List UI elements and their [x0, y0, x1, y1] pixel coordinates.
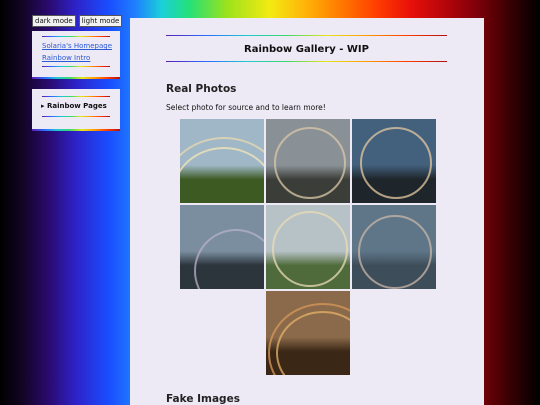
sidebar-box-rainbow-border [32, 77, 120, 79]
mode-toggle-row: dark mode light mode [32, 15, 123, 27]
gallery-intro-text: Select photo for source and to learn mor… [166, 103, 326, 112]
sidebar-rainbow-divider [42, 66, 110, 67]
rainbow-circle-over-cliff-photo[interactable] [265, 119, 350, 203]
main-content-panel: Rainbow Gallery - WIP Real Photos Select… [130, 18, 484, 405]
page-title: Rainbow Gallery - WIP [244, 44, 369, 55]
sidebar-links-box: Solaria's Homepage Rainbow Intro [32, 31, 120, 79]
page-title-block: Rainbow Gallery - WIP [166, 35, 447, 62]
title-rainbow-divider-bottom [166, 61, 447, 62]
circular-rainbow-over-coast-photo[interactable] [265, 205, 350, 289]
real-photos-heading: Real Photos [166, 83, 237, 95]
rainbow-seen-from-plane-wing-photo[interactable] [179, 205, 264, 289]
sidebar-link-homepage[interactable]: Solaria's Homepage [42, 42, 120, 50]
rainbow-pages-toggle[interactable]: ▸ Rainbow Pages [41, 102, 120, 110]
full-circle-rainbow-at-dusk-photo[interactable] [351, 119, 436, 203]
real-photos-gallery [178, 119, 437, 375]
fake-images-heading: Fake Images [166, 393, 240, 405]
sidebar-rainbow-divider [42, 116, 110, 117]
circular-rainbow-from-aircraft-photo[interactable] [351, 205, 436, 289]
double-rainbow-sunset-field-photo[interactable] [265, 291, 350, 375]
light-mode-button[interactable]: light mode [78, 15, 123, 27]
sidebar-link-rainbow-intro[interactable]: Rainbow Intro [42, 54, 120, 62]
double-rainbow-over-road-photo[interactable] [179, 119, 264, 203]
sidebar-pages-box: ▸ Rainbow Pages [32, 89, 120, 131]
dark-mode-button[interactable]: dark mode [32, 15, 76, 27]
sidebar-box-rainbow-border [32, 129, 120, 131]
